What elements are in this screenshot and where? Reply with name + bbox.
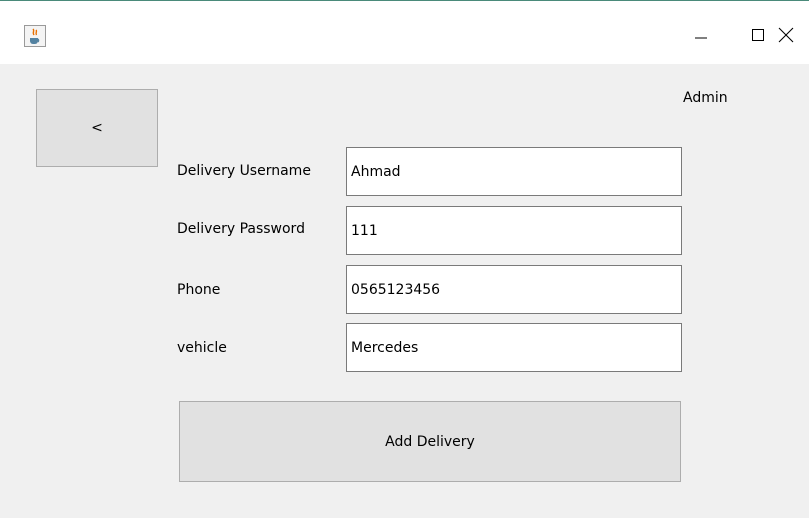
back-button[interactable]: < [36, 89, 158, 167]
app-window: < Admin Delivery Username Delivery Passw… [0, 0, 809, 518]
title-bar[interactable] [0, 0, 809, 64]
add-delivery-button[interactable]: Add Delivery [179, 401, 681, 482]
delivery-password-label: Delivery Password [177, 221, 305, 237]
minimize-icon [695, 37, 707, 39]
java-cup-icon[interactable] [24, 25, 46, 47]
minimize-button[interactable] [678, 15, 724, 55]
vehicle-label: vehicle [177, 340, 227, 356]
add-delivery-button-label: Add Delivery [385, 433, 475, 450]
vehicle-input[interactable] [346, 323, 682, 372]
phone-label: Phone [177, 282, 221, 298]
phone-input[interactable] [346, 265, 682, 314]
back-button-label: < [91, 120, 103, 136]
delivery-username-label: Delivery Username [177, 163, 311, 179]
form-panel: < Admin Delivery Username Delivery Passw… [0, 64, 809, 518]
close-icon [778, 27, 794, 43]
close-button[interactable] [763, 15, 809, 55]
user-role-label: Admin [683, 90, 728, 106]
delivery-password-input[interactable] [346, 206, 682, 255]
delivery-username-input[interactable] [346, 147, 682, 196]
